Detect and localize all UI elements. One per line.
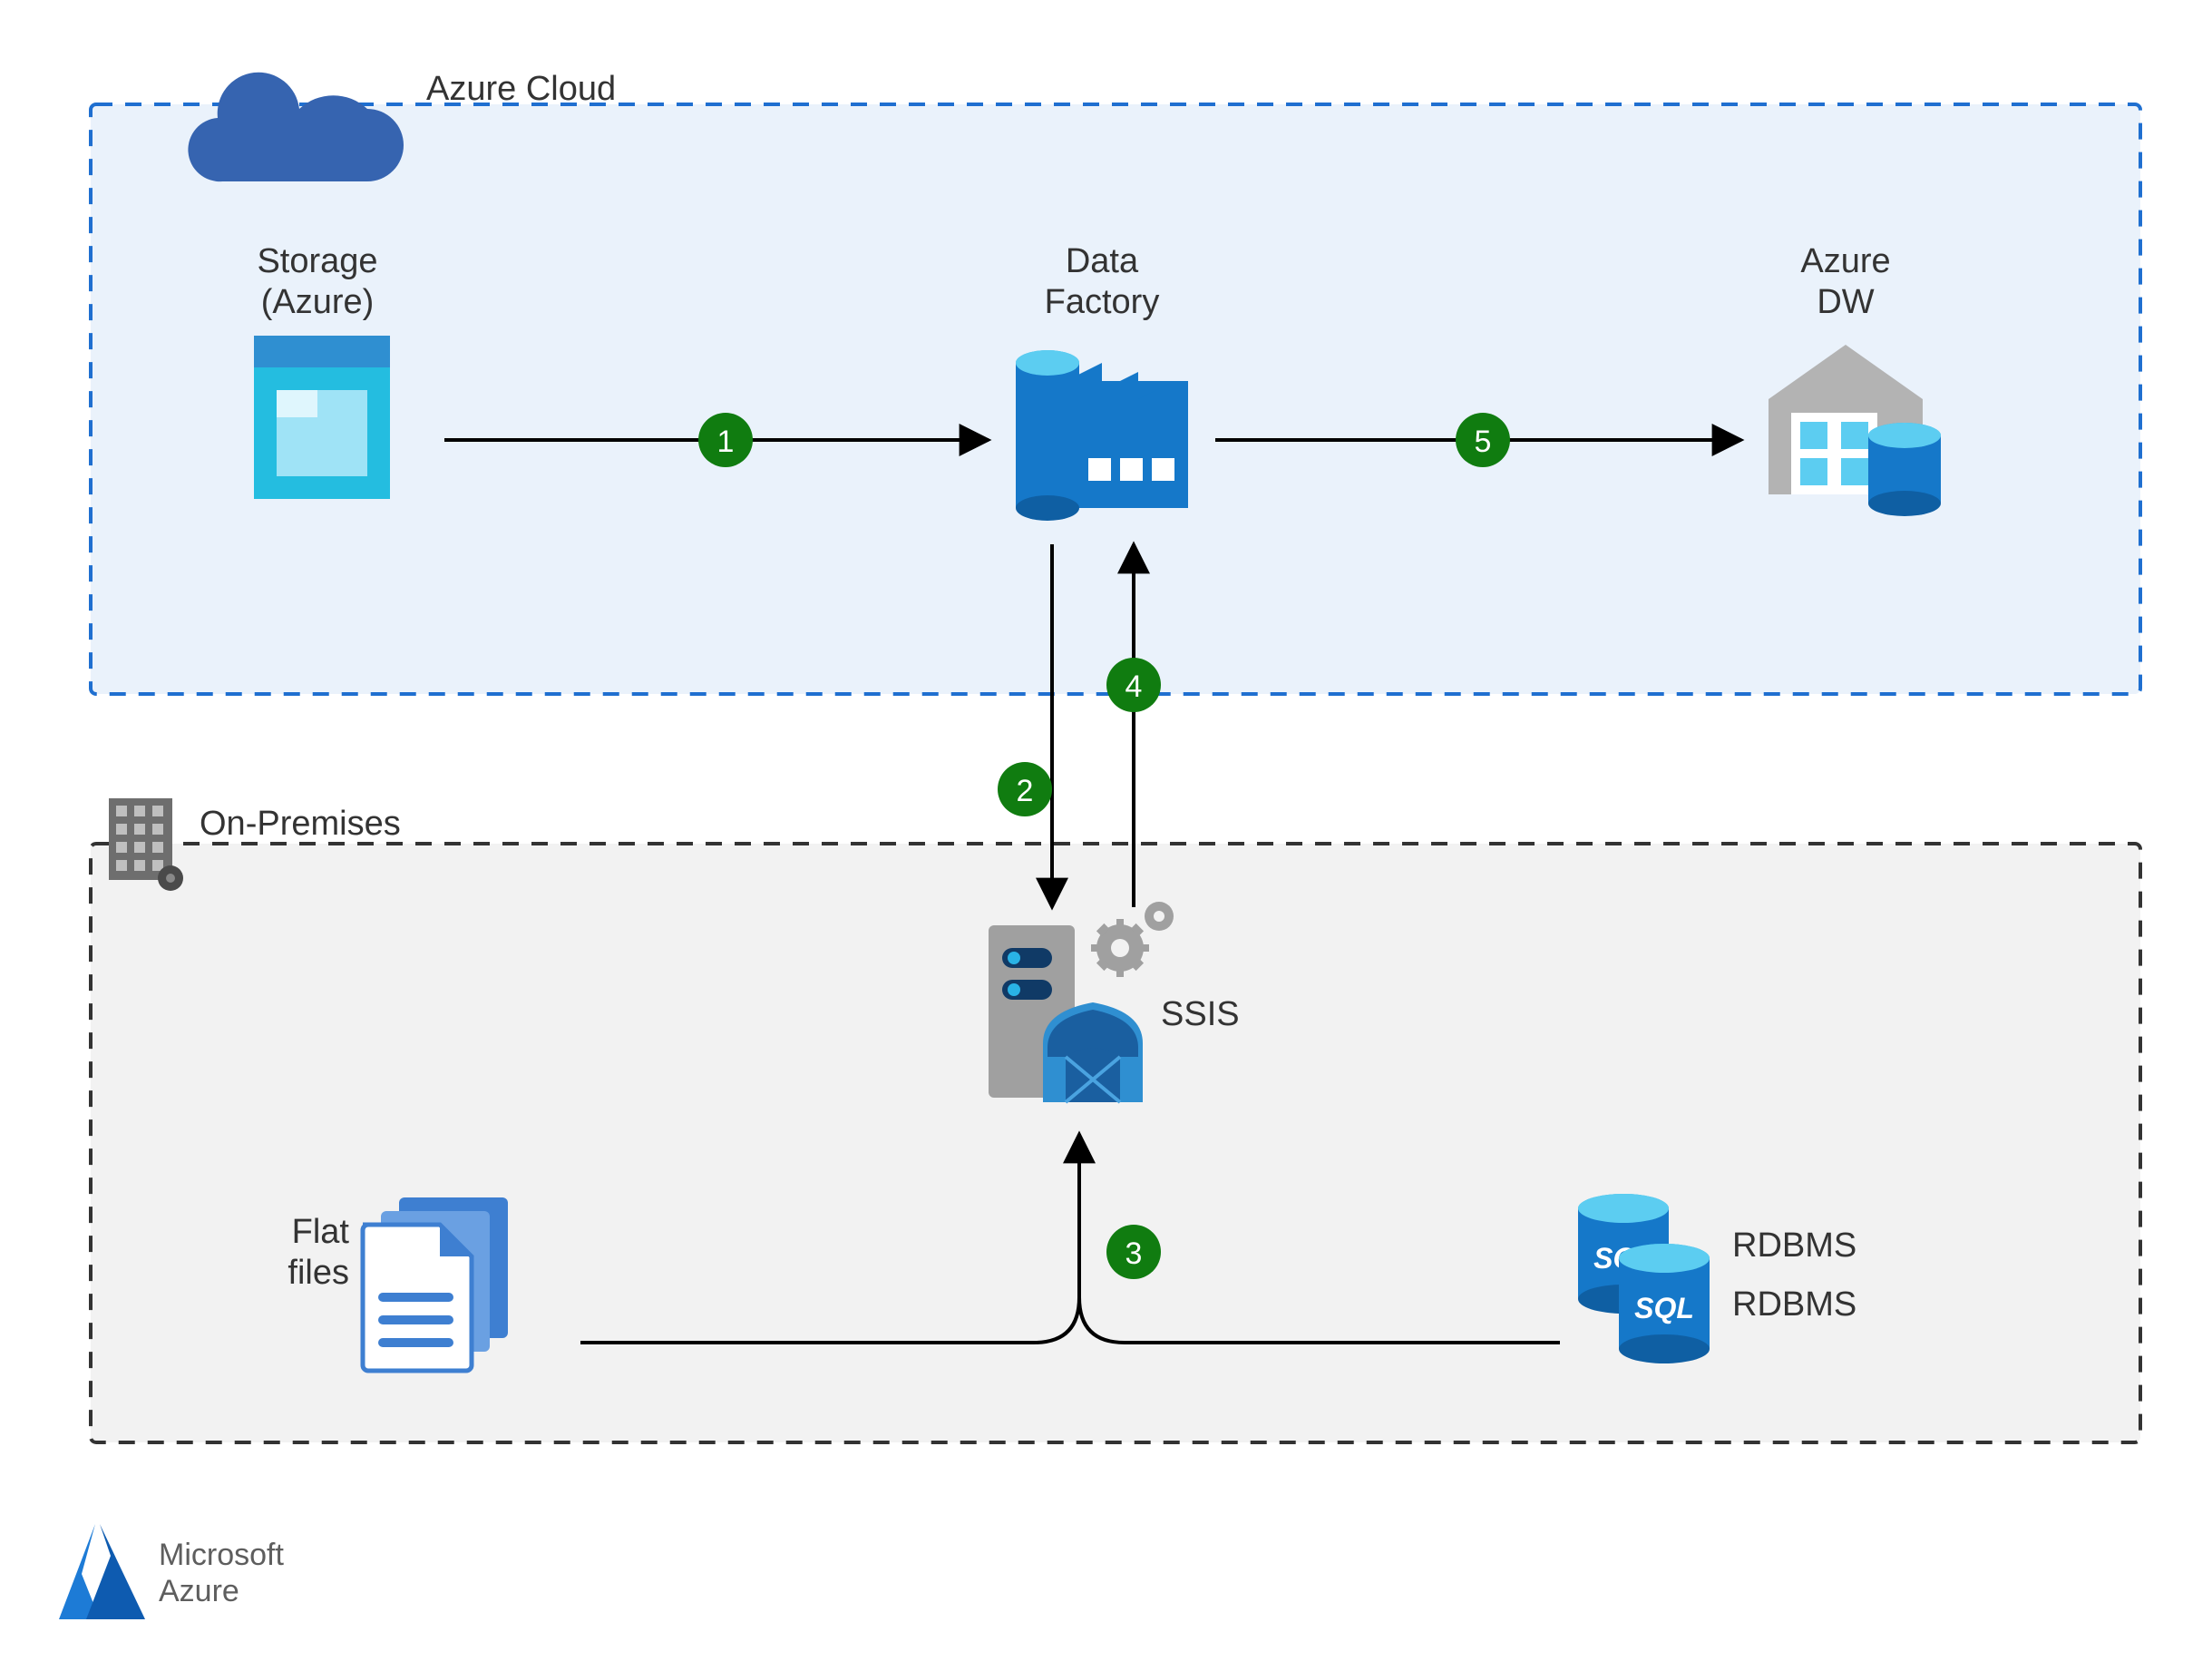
footer-line-1: Microsoft xyxy=(159,1538,284,1572)
svg-text:SQL: SQL xyxy=(1634,1292,1694,1324)
ssis-label: SSIS xyxy=(1161,995,1240,1033)
data-factory-label-1: Data xyxy=(1066,242,1139,280)
flat-files-label-2: files xyxy=(287,1254,349,1292)
storage-icon xyxy=(254,336,390,499)
storage-label-2: (Azure) xyxy=(261,283,375,321)
rdbms-label-2: RDBMS xyxy=(1732,1285,1856,1324)
step-badge-5: 5 xyxy=(1456,413,1510,467)
svg-text:2: 2 xyxy=(1017,774,1034,808)
svg-text:1: 1 xyxy=(717,425,735,459)
azure-cloud-region: Azure Cloud Storage (Azure) Data Factory xyxy=(91,70,2140,694)
storage-label-1: Storage xyxy=(257,242,377,280)
flat-files-label-1: Flat xyxy=(292,1213,350,1251)
cloud-icon xyxy=(188,73,404,181)
azure-dw-label-2: DW xyxy=(1817,283,1874,321)
step-badge-4: 4 xyxy=(1106,658,1161,712)
footer: Microsoft Azure xyxy=(59,1524,284,1619)
svg-text:5: 5 xyxy=(1475,425,1492,459)
data-factory-label-2: Factory xyxy=(1045,283,1160,321)
step-badge-3: 3 xyxy=(1106,1225,1161,1279)
sql-db-icon-2: SQL xyxy=(1619,1244,1710,1363)
svg-text:3: 3 xyxy=(1125,1236,1143,1271)
step-badge-2: 2 xyxy=(998,762,1052,816)
svg-text:4: 4 xyxy=(1125,669,1143,704)
building-icon xyxy=(109,798,183,891)
step-badge-1: 1 xyxy=(698,413,753,467)
on-premises-title: On-Premises xyxy=(200,805,401,843)
files-icon xyxy=(363,1197,508,1371)
rdbms-label-1: RDBMS xyxy=(1732,1226,1856,1265)
footer-line-2: Azure xyxy=(159,1574,239,1608)
azure-cloud-title: Azure Cloud xyxy=(426,70,616,108)
on-premises-region: On-Premises xyxy=(91,798,2140,1442)
architecture-diagram: Azure Cloud Storage (Azure) Data Factory xyxy=(0,0,2212,1666)
azure-dw-label-1: Azure xyxy=(1800,242,1890,280)
barn-icon xyxy=(1043,1002,1143,1102)
azure-logo-icon xyxy=(59,1524,145,1619)
